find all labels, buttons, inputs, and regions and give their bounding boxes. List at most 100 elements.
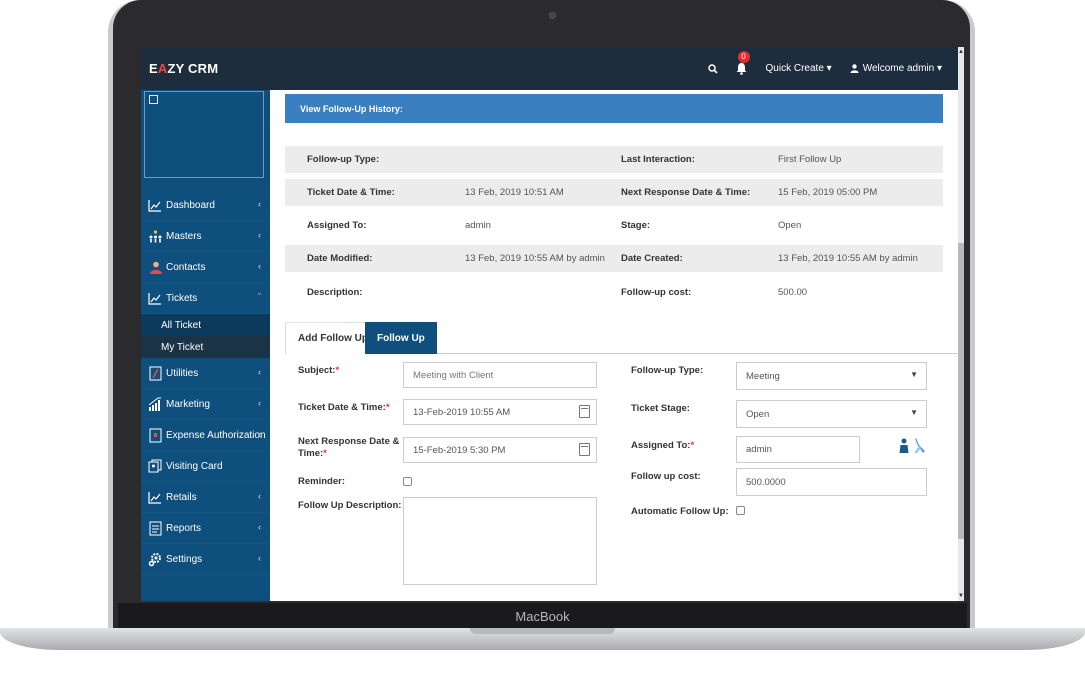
info-label: Follow-up cost:	[621, 287, 692, 298]
sidebar-item-tickets[interactable]: Tickets ˇ	[141, 283, 270, 314]
welcome-label: Welcome admin ▾	[862, 63, 942, 74]
screen: EAZY CRM 0 Quick Create ▾ Welcome admin …	[141, 47, 964, 601]
info-label: Next Response Date & Time:	[621, 187, 751, 198]
ticket-stage-select[interactable]: Open ▼	[736, 400, 927, 428]
camera-icon	[549, 12, 556, 19]
sidebar-item-label: Tickets	[166, 292, 198, 304]
info-value: 13 Feb, 2019 10:55 AM by admin	[465, 253, 605, 264]
info-value: First Follow Up	[778, 154, 842, 165]
laptop-chin: MacBook	[118, 603, 967, 630]
chevron-left-icon: ‹	[258, 398, 261, 408]
quick-create-menu[interactable]: Quick Create ▾	[766, 63, 832, 74]
info-label: Last Interaction:	[621, 154, 695, 165]
sidebar-item-reports[interactable]: Reports ‹	[141, 513, 270, 544]
main-content: View Follow-Up History: Follow-up Type: …	[270, 90, 958, 601]
ticket-datetime-value: 13-Feb-2019 10:55 AM	[413, 406, 511, 418]
page-scrollbar[interactable]: ▲ ▼	[958, 47, 964, 601]
ticket-stage-label: Ticket Stage:	[631, 403, 690, 414]
marketing-icon	[147, 396, 163, 412]
sidebar-item-expense-authorization[interactable]: Expense Authorization ‹	[141, 420, 270, 451]
app-logo[interactable]: EAZY CRM	[141, 61, 270, 76]
subject-input[interactable]: Meeting with Client	[403, 362, 597, 388]
sidebar-item-utilities[interactable]: Utilities ‹	[141, 358, 270, 389]
followup-cost-input[interactable]: 500.0000	[736, 468, 927, 496]
followup-type-select[interactable]: Meeting ▼	[736, 362, 927, 390]
info-label: Follow-up Type:	[307, 154, 380, 165]
followup-tabs: Add Follow Up Follow Up	[285, 322, 958, 354]
calendar-icon[interactable]	[579, 443, 590, 456]
sidebar-item-retails[interactable]: Retails ‹	[141, 482, 270, 513]
automatic-followup-checkbox[interactable]	[736, 506, 745, 515]
sidebar-item-dashboard[interactable]: Dashboard ‹	[141, 190, 270, 221]
sidebar-item-masters[interactable]: Masters ‹	[141, 221, 270, 252]
user-select-icon	[899, 438, 909, 453]
chevron-left-icon: ‹	[258, 522, 261, 532]
info-label: Date Created:	[621, 253, 683, 264]
nav-right: 0 Quick Create ▾ Welcome admin ▾	[707, 50, 958, 76]
bell-icon[interactable]: 0	[736, 50, 750, 76]
laptop-notch	[470, 628, 615, 634]
sidebar-item-label: Expense Authorization	[166, 429, 266, 441]
chevron-left-icon: ‹	[258, 199, 261, 209]
assigned-to-label: Assigned To:*	[631, 440, 695, 451]
sidebar-menu: Dashboard ‹ Masters ‹ Contacts ‹ Tickets…	[141, 190, 270, 575]
assigned-to-input[interactable]: admin	[736, 436, 860, 463]
pencil-icon	[147, 365, 163, 381]
sidebar: Dashboard ‹ Masters ‹ Contacts ‹ Tickets…	[141, 90, 270, 601]
followup-description-textarea[interactable]	[403, 497, 597, 585]
sidebar-item-settings[interactable]: Settings ‹	[141, 544, 270, 575]
sidebar-item-label: Reports	[166, 522, 202, 534]
dropdown-arrow-icon: ▼	[910, 370, 918, 379]
chevron-left-icon: ‹	[258, 429, 261, 439]
user-menu[interactable]: Welcome admin ▾	[850, 63, 942, 74]
info-row: Assigned To: admin Stage: Open	[285, 212, 943, 239]
sidebar-item-marketing[interactable]: Marketing ‹	[141, 389, 270, 420]
chevron-left-icon: ‹	[258, 553, 261, 563]
report-icon	[147, 520, 163, 536]
info-value: 13 Feb, 2019 10:55 AM by admin	[778, 253, 918, 264]
notification-badge: 0	[737, 50, 750, 63]
sidebar-item-label: Retails	[166, 491, 197, 503]
automatic-followup-label: Automatic Follow Up:	[631, 506, 729, 517]
next-response-input[interactable]: 15-Feb-2019 5:30 PM	[403, 437, 597, 463]
ticket-datetime-input[interactable]: 13-Feb-2019 10:55 AM	[403, 399, 597, 425]
sidebar-item-label: Dashboard	[166, 199, 215, 211]
scrollbar-thumb[interactable]	[958, 243, 964, 539]
info-label: Stage:	[621, 220, 651, 231]
sidebar-subitem-my-ticket[interactable]: My Ticket	[141, 336, 270, 358]
sidebar-item-label: Marketing	[166, 398, 210, 410]
info-label: Description:	[307, 287, 363, 298]
info-value: admin	[465, 220, 491, 231]
tab-follow-up[interactable]: Follow Up	[365, 322, 437, 354]
sidebar-item-contacts[interactable]: Contacts ‹	[141, 252, 270, 283]
followup-type-label: Follow-up Type:	[631, 365, 704, 376]
line-chart-icon	[147, 197, 163, 213]
dropdown-arrow-icon: ▼	[910, 408, 918, 417]
sidebar-item-label: Masters	[166, 230, 202, 242]
reminder-label: Reminder:	[298, 476, 345, 487]
calendar-icon[interactable]	[579, 405, 590, 418]
info-label: Date Modified:	[307, 253, 373, 264]
user-picker-icons[interactable]	[898, 438, 926, 454]
clear-user-icon	[914, 438, 925, 453]
search-icon[interactable]	[707, 63, 718, 74]
info-row: Ticket Date & Time: 13 Feb, 2019 10:51 A…	[285, 179, 943, 206]
info-label: Assigned To:	[307, 220, 367, 231]
info-value: 15 Feb, 2019 05:00 PM	[778, 187, 878, 198]
info-label: Ticket Date & Time:	[307, 187, 395, 198]
info-row: Follow-up Type: Last Interaction: First …	[285, 146, 943, 173]
view-followup-history-bar[interactable]: View Follow-Up History:	[285, 94, 943, 123]
line-chart-icon	[147, 489, 163, 505]
info-value: Open	[778, 220, 802, 231]
scroll-down-arrow-icon[interactable]: ▼	[958, 593, 964, 599]
profile-checkbox[interactable]	[149, 95, 158, 104]
reminder-checkbox[interactable]	[403, 477, 412, 486]
sidebar-subitem-all-ticket[interactable]: All Ticket	[141, 314, 270, 336]
sidebar-item-visiting-card[interactable]: Visiting Card	[141, 451, 270, 482]
info-value: 500.00	[778, 287, 808, 298]
chevron-left-icon: ‹	[258, 261, 261, 271]
profile-image-box	[144, 91, 264, 178]
top-navbar: EAZY CRM 0 Quick Create ▾ Welcome admin …	[141, 47, 958, 90]
scroll-up-arrow-icon[interactable]: ▲	[958, 49, 964, 55]
info-row: Description: Follow-up cost: 500.00	[285, 279, 943, 306]
